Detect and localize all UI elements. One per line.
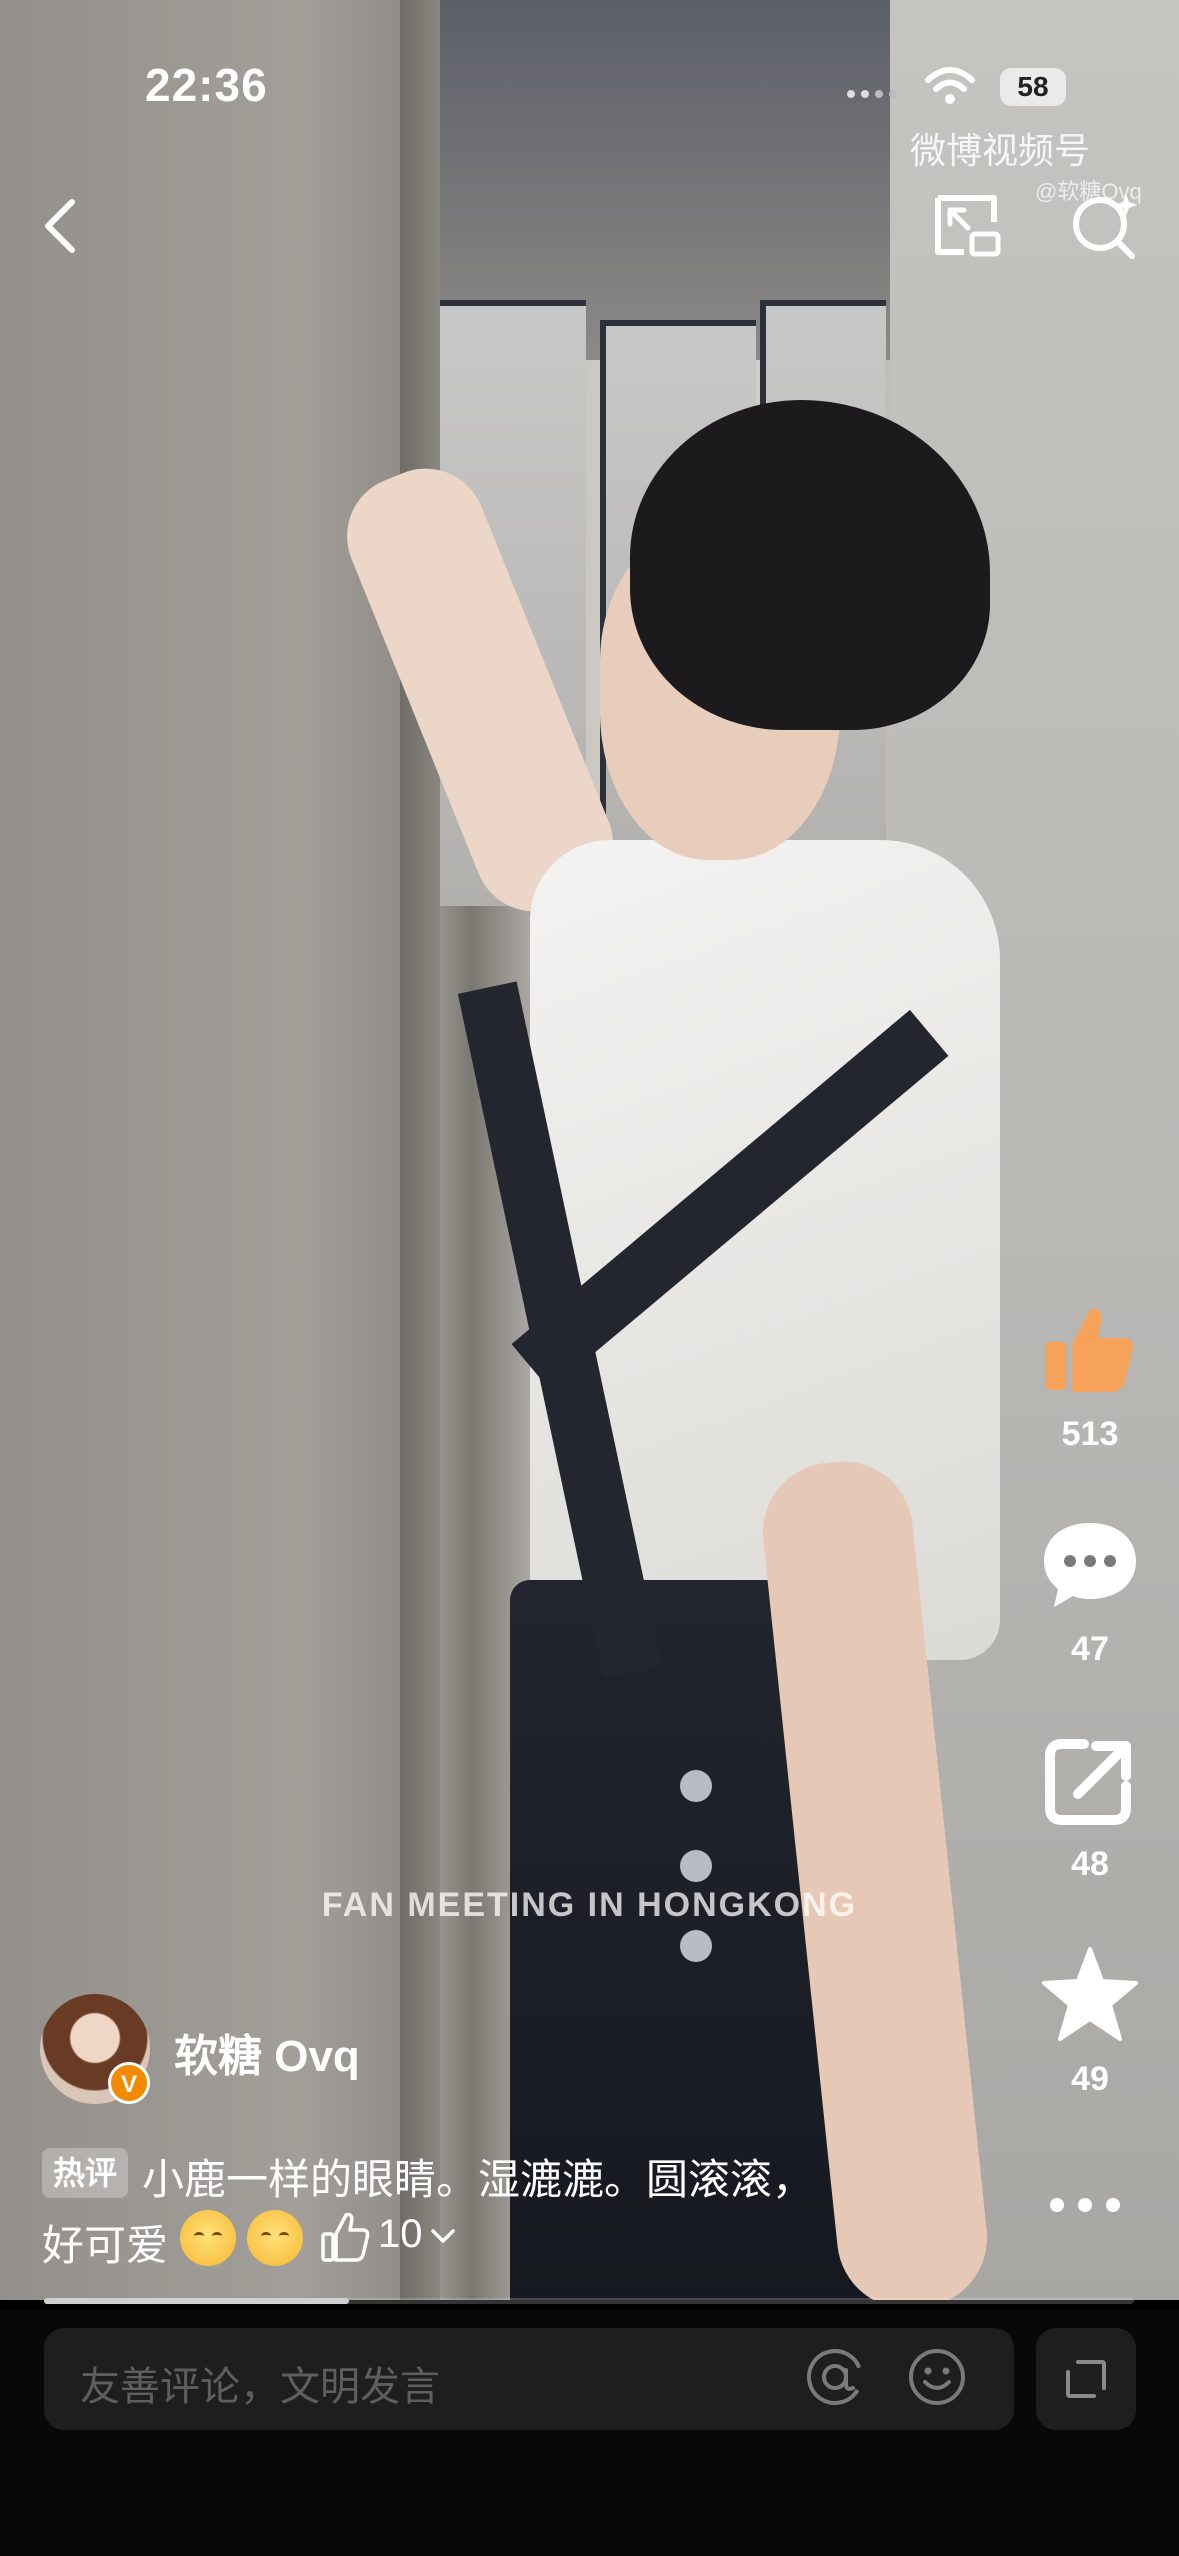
video-frame[interactable]: FAN MEETING IN HONGKONG — [0, 0, 1179, 2300]
pip-icon[interactable] — [928, 186, 1008, 266]
search-icon[interactable] — [1064, 186, 1144, 266]
share-count: 48 — [1071, 1845, 1109, 1883]
background-wall-edge — [400, 0, 440, 2300]
favorite-button[interactable]: 49 — [1035, 1945, 1145, 2099]
comment-icon — [1044, 1523, 1136, 1607]
signal-icon — [847, 90, 897, 98]
video-caption: FAN MEETING IN HONGKONG — [321, 1886, 858, 1924]
avatar[interactable]: V — [40, 1994, 150, 2104]
emoji-icon[interactable] — [906, 2346, 968, 2408]
comment-input-placeholder: 友善评论，文明发言 — [80, 2365, 440, 2409]
back-icon[interactable] — [22, 186, 102, 266]
battery-level: 58 — [1000, 68, 1066, 106]
star-icon — [1042, 1947, 1138, 2041]
blush-emoji-icon — [247, 2210, 303, 2266]
status-time: 22:36 — [145, 59, 268, 111]
author-name[interactable]: 软糖 Ovq — [174, 2020, 360, 2084]
hot-comment-text[interactable]: 小鹿一样的眼睛。湿漉漉。圆滚滚， — [142, 2146, 814, 2207]
video-progress-fill — [44, 2298, 350, 2304]
expand-input-button[interactable] — [1036, 2328, 1136, 2430]
share-button[interactable]: 48 — [1035, 1730, 1145, 1884]
share-icon — [1045, 1739, 1131, 1825]
video-progress-bar[interactable] — [44, 2298, 1134, 2304]
favorite-count: 49 — [1071, 2060, 1109, 2098]
expand-icon — [1066, 2360, 1106, 2398]
watermark-brand: 微博视频号 — [910, 130, 1091, 171]
comment-count: 47 — [1071, 1630, 1109, 1668]
like-button[interactable]: 513 — [1035, 1300, 1145, 1454]
status-indicators: 58 — [840, 60, 1080, 110]
wifi-icon — [925, 67, 975, 104]
more-icon[interactable] — [1045, 2190, 1125, 2220]
thumbs-up-icon — [1046, 1308, 1134, 1392]
background-wall-left — [0, 0, 430, 2300]
comment-input[interactable]: 友善评论，文明发言 — [44, 2328, 1014, 2430]
verified-badge-icon: V — [108, 2062, 150, 2104]
video-subject — [328, 380, 1070, 2300]
chevron-down-icon[interactable] — [430, 2226, 456, 2246]
at-icon[interactable] — [804, 2346, 866, 2408]
comment-like-icon[interactable] — [320, 2210, 370, 2264]
blush-emoji-icon — [180, 2210, 236, 2266]
like-count: 513 — [1061, 1415, 1119, 1453]
hot-comment-text-continued[interactable]: 好可爱 — [42, 2212, 168, 2273]
comment-button[interactable]: 47 — [1035, 1515, 1145, 1669]
hot-comment-badge: 热评 — [42, 2148, 128, 2198]
comment-like-count: 10 — [378, 2212, 423, 2256]
